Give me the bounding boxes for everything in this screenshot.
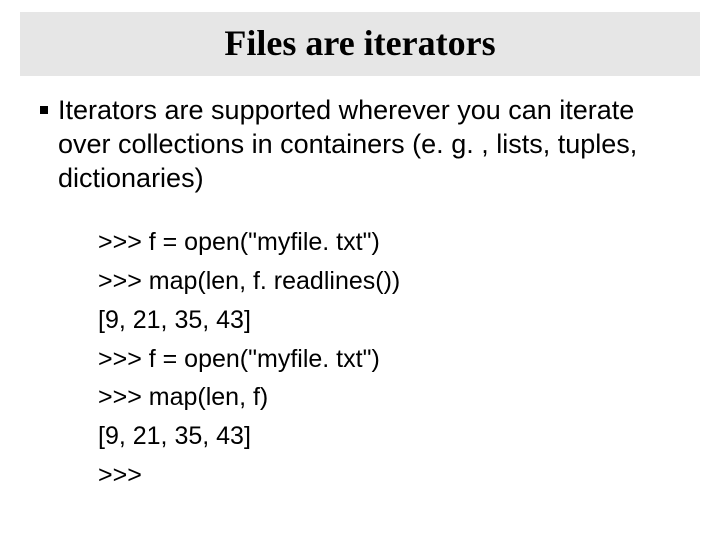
code-block: >>> f = open("myfile. txt") >>> map(len,… — [98, 223, 680, 494]
slide: Files are iterators Iterators are suppor… — [0, 12, 720, 552]
bullet-icon — [40, 106, 48, 114]
bullet-item: Iterators are supported wherever you can… — [40, 94, 680, 195]
title-bar: Files are iterators — [20, 12, 700, 76]
slide-body: Iterators are supported wherever you can… — [0, 76, 720, 495]
bullet-text: Iterators are supported wherever you can… — [58, 94, 680, 195]
slide-title: Files are iterators — [20, 22, 700, 64]
